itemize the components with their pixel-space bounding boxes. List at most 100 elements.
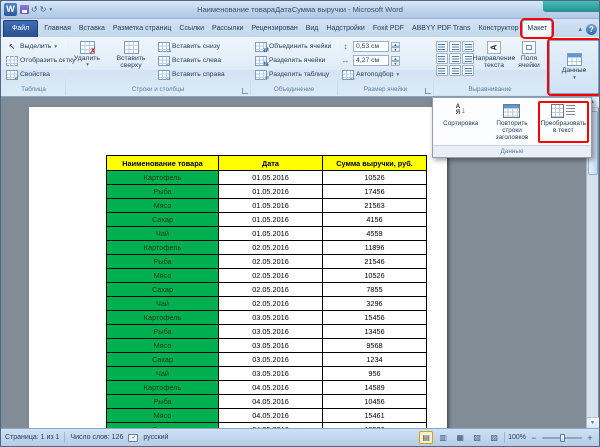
text-direction-button[interactable]: А Направление текста xyxy=(476,40,512,85)
product-cell[interactable]: Рыба xyxy=(107,255,219,269)
data-menu-item[interactable]: Сортировка xyxy=(435,101,486,143)
autofit-button[interactable]: Автоподбор ▾ xyxy=(340,68,431,81)
ribbon-tab[interactable]: Foxit PDF xyxy=(369,21,408,37)
product-cell[interactable]: Картофель xyxy=(107,241,219,255)
date-cell[interactable]: 01.05.2016 xyxy=(219,227,323,241)
date-cell[interactable]: 01.05.2016 xyxy=(219,213,323,227)
product-cell[interactable]: Сахар xyxy=(107,423,219,429)
scroll-down-icon[interactable]: ▼ xyxy=(587,417,599,428)
date-cell[interactable]: 04.05.2016 xyxy=(219,381,323,395)
minimize-ribbon-icon[interactable]: ▴ xyxy=(578,25,582,35)
table-header-cell[interactable]: Дата xyxy=(219,156,323,171)
qat-dropdown-icon[interactable]: ▾ xyxy=(49,7,52,13)
product-cell[interactable]: Рыба xyxy=(107,185,219,199)
column-width-stepper[interactable]: ▲▼ xyxy=(391,56,400,66)
sum-cell[interactable]: 4559 xyxy=(323,227,427,241)
outline-view-button[interactable]: ▧ xyxy=(470,431,484,444)
product-cell[interactable]: Мясо xyxy=(107,339,219,353)
product-cell[interactable]: Чай xyxy=(107,367,219,381)
sum-cell[interactable]: 21563 xyxy=(323,199,427,213)
ribbon-tab[interactable]: Файл xyxy=(3,20,38,37)
document-page[interactable]: Наименование товара Дата Сумма выручки, … xyxy=(29,107,447,428)
date-cell[interactable]: 01.05.2016 xyxy=(219,185,323,199)
dialog-launcher-icon[interactable] xyxy=(425,88,431,94)
row-height-stepper[interactable]: ▲▼ xyxy=(391,42,400,52)
sum-cell[interactable]: 7855 xyxy=(323,283,427,297)
ribbon-tab[interactable]: Макет xyxy=(522,20,552,37)
date-cell[interactable]: 03.05.2016 xyxy=(219,325,323,339)
cell-margins-button[interactable]: Поля ячейки xyxy=(514,40,544,85)
document-table[interactable]: Наименование товара Дата Сумма выручки, … xyxy=(106,155,427,428)
split-table-button[interactable]: Разделить таблицу xyxy=(253,68,335,81)
insert-above-button[interactable]: Вставить сверху xyxy=(108,40,154,85)
sum-cell[interactable]: 10526 xyxy=(323,171,427,185)
merge-cells-button[interactable]: Объединить ячейки xyxy=(253,40,335,53)
ribbon-tab[interactable]: Вид xyxy=(302,21,323,37)
sum-cell[interactable]: 17456 xyxy=(323,185,427,199)
redo-icon[interactable]: ↻ xyxy=(40,4,47,16)
table-header-cell[interactable]: Наименование товара xyxy=(107,156,219,171)
insert-left-button[interactable]: Вставить слева xyxy=(156,54,248,67)
align-center-button[interactable] xyxy=(449,53,461,64)
date-cell[interactable]: 02.05.2016 xyxy=(219,283,323,297)
date-cell[interactable]: 04.05.2016 xyxy=(219,395,323,409)
properties-button[interactable]: Свойства xyxy=(4,68,63,81)
product-cell[interactable]: Картофель xyxy=(107,381,219,395)
zoom-slider[interactable] xyxy=(542,437,582,439)
ribbon-tab[interactable]: Ссылки xyxy=(175,21,208,37)
sum-cell[interactable]: 10526 xyxy=(323,269,427,283)
page-indicator[interactable]: Страница: 1 из 1 xyxy=(5,434,59,441)
product-cell[interactable]: Картофель xyxy=(107,311,219,325)
zoom-out-button[interactable]: − xyxy=(529,433,539,443)
view-gridlines-button[interactable]: Отобразить сетку xyxy=(4,54,63,67)
date-cell[interactable]: 03.05.2016 xyxy=(219,339,323,353)
product-cell[interactable]: Картофель xyxy=(107,171,219,185)
draft-view-button[interactable]: ▨ xyxy=(487,431,501,444)
select-button[interactable]: ↖ Выделить ▾ xyxy=(4,40,63,53)
align-top-right-button[interactable] xyxy=(462,41,474,52)
word-count[interactable]: Число слов: 126 xyxy=(70,434,123,441)
align-bottom-center-button[interactable] xyxy=(449,65,461,76)
column-width-input[interactable]: 4,27 см xyxy=(353,55,389,66)
product-cell[interactable]: Сахар xyxy=(107,213,219,227)
date-cell[interactable]: 02.05.2016 xyxy=(219,255,323,269)
product-cell[interactable]: Чай xyxy=(107,297,219,311)
date-cell[interactable]: 03.05.2016 xyxy=(219,311,323,325)
date-cell[interactable]: 03.05.2016 xyxy=(219,353,323,367)
print-layout-view-button[interactable]: ▤ xyxy=(419,431,433,444)
ribbon-tab[interactable]: Рассылки xyxy=(208,21,247,37)
data-button[interactable]: Данные ▾ xyxy=(549,40,599,94)
sum-cell[interactable]: 14589 xyxy=(323,381,427,395)
ribbon-tab[interactable]: Главная xyxy=(40,21,75,37)
row-height-input[interactable]: 0,53 см xyxy=(353,41,389,52)
date-cell[interactable]: 01.05.2016 xyxy=(219,171,323,185)
sum-cell[interactable]: 15456 xyxy=(323,311,427,325)
sum-cell[interactable]: 1234 xyxy=(323,353,427,367)
product-cell[interactable]: Рыба xyxy=(107,395,219,409)
product-cell[interactable]: Мясо xyxy=(107,199,219,213)
product-cell[interactable]: Чай xyxy=(107,227,219,241)
insert-right-button[interactable]: Вставить справа xyxy=(156,68,248,81)
ribbon-tab[interactable]: Разметка страниц xyxy=(109,21,175,37)
date-cell[interactable]: 04.05.2016 xyxy=(219,423,323,429)
delete-button[interactable]: Удалить ▾ xyxy=(68,40,106,85)
date-cell[interactable]: 02.05.2016 xyxy=(219,269,323,283)
product-cell[interactable]: Мясо xyxy=(107,269,219,283)
insert-below-button[interactable]: Вставить снизу xyxy=(156,40,248,53)
data-menu-item[interactable]: Повторить строки заголовков xyxy=(486,101,537,143)
dialog-launcher-icon[interactable] xyxy=(242,88,248,94)
align-bottom-left-button[interactable] xyxy=(436,65,448,76)
sum-cell[interactable]: 956 xyxy=(323,367,427,381)
ribbon-tab[interactable]: Конструктор xyxy=(475,21,523,37)
sum-cell[interactable]: 15461 xyxy=(323,409,427,423)
sum-cell[interactable]: 13456 xyxy=(323,325,427,339)
undo-icon[interactable]: ↺ xyxy=(31,4,38,16)
web-layout-view-button[interactable]: ▦ xyxy=(453,431,467,444)
table-header-cell[interactable]: Сумма выручки, руб. xyxy=(323,156,427,171)
align-top-center-button[interactable] xyxy=(449,41,461,52)
date-cell[interactable]: 04.05.2016 xyxy=(219,409,323,423)
sum-cell[interactable]: 3296 xyxy=(323,297,427,311)
zoom-slider-thumb[interactable] xyxy=(560,434,565,442)
zoom-level[interactable]: 100% xyxy=(508,434,526,441)
date-cell[interactable]: 01.05.2016 xyxy=(219,199,323,213)
